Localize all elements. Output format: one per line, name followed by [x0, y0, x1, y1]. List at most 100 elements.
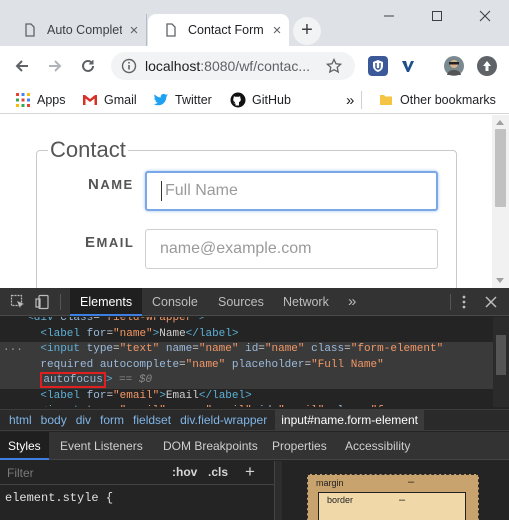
gutter-dots[interactable]: ... [3, 341, 23, 357]
close-icon[interactable]: × [122, 22, 146, 39]
devtools-divider [60, 294, 61, 310]
page-viewport: Contact NAME Full Name EMAIL name@exampl… [0, 115, 509, 288]
label-rest: MAIL [96, 235, 135, 250]
dom-tree-scrollbar[interactable] [493, 317, 509, 407]
bookmark-github[interactable]: GitHub [230, 90, 291, 110]
extension-ublock-icon[interactable] [368, 56, 388, 76]
tab-auto-complete[interactable]: Auto Complet × [7, 14, 147, 46]
tab-event-listeners[interactable]: Event Listeners [60, 432, 143, 460]
code-token: type [86, 343, 114, 355]
code-token: <input [40, 405, 86, 407]
class-toggle[interactable]: .cls [208, 465, 228, 479]
avatar[interactable] [444, 56, 464, 76]
device-toolbar-icon[interactable] [35, 294, 51, 310]
apps-grid-icon [15, 92, 31, 108]
code-token: = [113, 343, 120, 355]
tab-network[interactable]: Network [283, 288, 329, 316]
back-button[interactable] [9, 53, 35, 79]
code-token: autocomplete [99, 358, 180, 371]
more-vertical-icon[interactable] [456, 294, 472, 310]
hover-state-toggle[interactable]: :hov [172, 465, 197, 479]
breadcrumb-item[interactable]: body [41, 413, 67, 427]
code-token: Name [159, 327, 186, 340]
box-model-border[interactable]: border – [318, 492, 466, 520]
new-style-rule-button[interactable]: + [245, 462, 255, 482]
tab-elements[interactable]: Elements [70, 288, 143, 316]
code-token: "form-element" [350, 343, 444, 355]
dom-tree-line[interactable]: <input type="email" name="email" id="ema… [0, 404, 493, 407]
close-icon[interactable]: × [265, 22, 289, 39]
forward-button[interactable] [42, 53, 68, 79]
dom-tree-line[interactable]: <div class="field-wrapper"> [0, 317, 493, 327]
elements-dom-tree[interactable]: <div class="field-wrapper"> <label for="… [0, 317, 493, 407]
bookmark-gmail[interactable]: Gmail [82, 90, 137, 110]
breadcrumb-current[interactable]: input#name.form-element [275, 410, 424, 430]
url-host: localhost [145, 58, 201, 74]
bookmark-label: GitHub [252, 93, 291, 107]
close-icon[interactable] [483, 294, 499, 310]
tab-sources[interactable]: Sources [218, 288, 264, 316]
bookmarks-overflow-button[interactable]: » [346, 90, 354, 110]
bookmark-apps[interactable]: Apps [15, 90, 66, 110]
reload-button[interactable] [75, 53, 101, 79]
scroll-up-arrow-icon[interactable] [496, 120, 504, 125]
extension-vimeo-icon[interactable] [398, 56, 418, 76]
maximize-icon [432, 11, 442, 21]
scroll-down-arrow-icon[interactable] [496, 278, 504, 283]
tab-contact-form[interactable]: Contact Form × [148, 14, 289, 46]
dom-tree-line[interactable]: <label for="name">Name</label> [0, 327, 493, 343]
email-input[interactable]: name@example.com [145, 229, 438, 269]
bookmark-star-button[interactable] [321, 53, 347, 79]
bookmark-twitter[interactable]: Twitter [153, 90, 212, 110]
title-bar: Auto Complet × Contact Form × + [0, 0, 509, 46]
tabs-overflow-button[interactable]: » [348, 288, 356, 316]
inspect-element-icon[interactable] [10, 294, 26, 310]
breadcrumb-item[interactable]: div.field-wrapper [180, 413, 267, 427]
dom-tree-line[interactable]: <input type="text" name="name" id="name"… [0, 342, 493, 358]
breadcrumb-item[interactable]: form [100, 413, 124, 427]
page-scrollbar[interactable] [492, 115, 509, 288]
pane-splitter[interactable] [274, 461, 282, 520]
new-tab-button[interactable]: + [293, 17, 321, 45]
code-token: name [165, 343, 193, 355]
tab-console[interactable]: Console [152, 288, 198, 316]
breadcrumb-item[interactable]: div [76, 413, 91, 427]
page-icon [166, 23, 176, 37]
scrollbar-thumb[interactable] [495, 129, 506, 207]
element-style-rule[interactable]: element.style { [5, 491, 113, 505]
tab-styles[interactable]: Styles [0, 432, 49, 460]
code-token: > [159, 389, 166, 402]
code-token: required [40, 358, 94, 371]
name-input[interactable]: Full Name [145, 171, 438, 211]
code-token: id [258, 405, 271, 407]
update-button[interactable] [477, 56, 497, 76]
name-label[interactable]: NAME [88, 176, 134, 193]
label-first-letter: E [85, 234, 97, 251]
styles-filter-input[interactable]: Filter [7, 466, 34, 480]
github-icon [230, 92, 246, 108]
arrow-up-icon [483, 61, 491, 71]
address-bar[interactable]: localhost:8080/wf/contac... [111, 52, 355, 80]
minimize-button[interactable] [365, 0, 413, 32]
dom-tree-line[interactable]: <label for="email">Email</label> [0, 389, 493, 405]
scrollbar-thumb[interactable] [496, 335, 506, 375]
breadcrumb-item[interactable]: fieldset [133, 413, 171, 427]
box-model-margin[interactable]: margin – border – [307, 474, 479, 520]
tab-accessibility[interactable]: Accessibility [345, 432, 410, 460]
email-label[interactable]: EMAIL [85, 234, 134, 251]
close-window-button[interactable] [461, 0, 509, 32]
breadcrumb-item[interactable]: html [9, 413, 32, 427]
reload-icon [82, 59, 94, 72]
maximize-button[interactable] [413, 0, 461, 32]
tab-dom-breakpoints[interactable]: DOM Breakpoints [163, 432, 258, 460]
label-first-letter: N [88, 176, 101, 193]
bookmarks-bar: Apps Gmail Twitter GitHub » Other bookma… [0, 86, 509, 114]
shield-icon [373, 60, 383, 72]
code-token: > [198, 317, 206, 324]
dom-tree-line[interactable]: autofocus > == $0 [0, 372, 493, 389]
tab-properties[interactable]: Properties [272, 432, 327, 460]
bookmark-other-bookmarks[interactable]: Other bookmarks [378, 90, 496, 110]
